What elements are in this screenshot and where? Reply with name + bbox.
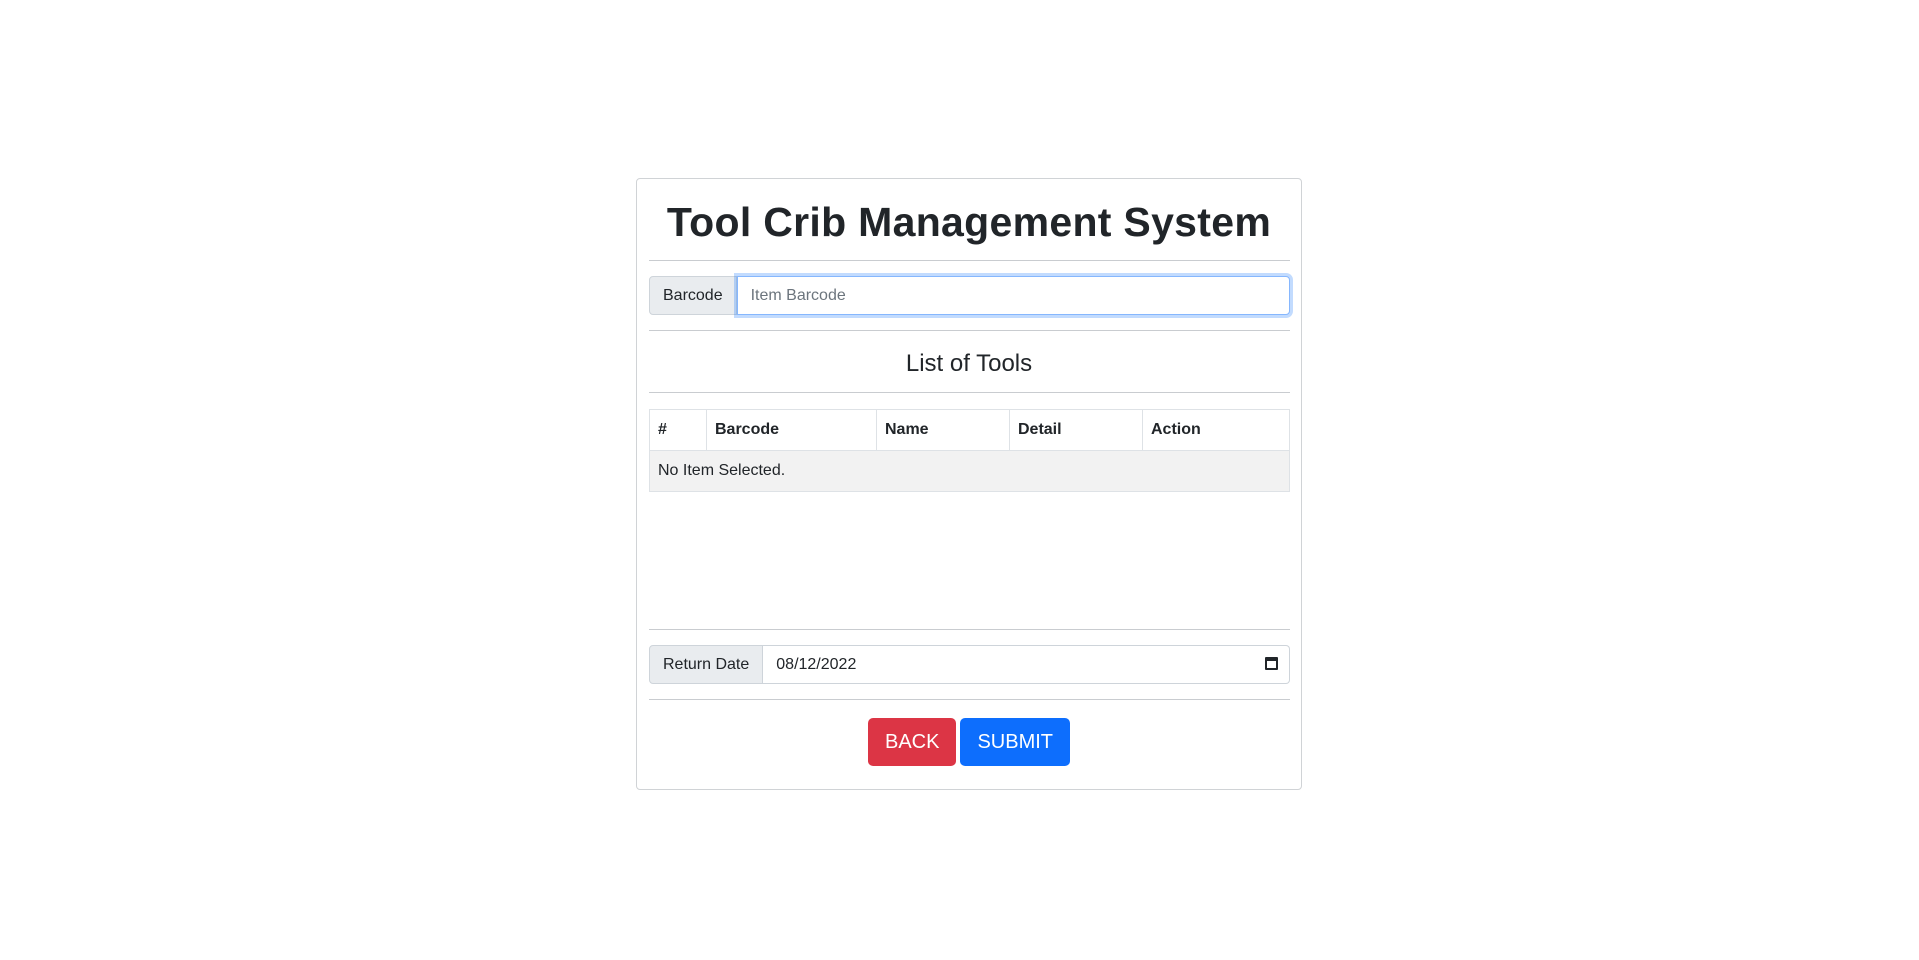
- empty-table-message: No Item Selected.: [649, 450, 1290, 492]
- column-header-barcode: Barcode: [706, 409, 877, 451]
- column-header-name: Name: [876, 409, 1010, 451]
- back-button[interactable]: BACK: [867, 718, 957, 766]
- submit-button[interactable]: SUBMIT: [960, 718, 1071, 766]
- column-header-number: #: [649, 409, 707, 451]
- return-date-field-wrapper: 08/12/2022: [763, 645, 1290, 684]
- main-card: Tool Crib Management System Barcode List…: [636, 178, 1302, 790]
- action-buttons: BACK SUBMIT: [637, 718, 1301, 766]
- table-header-row: # Barcode Name Detail Action: [649, 409, 1290, 451]
- return-date-input[interactable]: 08/12/2022: [763, 645, 1290, 684]
- calendar-icon[interactable]: [1265, 657, 1278, 670]
- divider: [649, 392, 1290, 393]
- divider: [649, 699, 1290, 700]
- barcode-label: Barcode: [649, 276, 737, 315]
- barcode-input[interactable]: [736, 276, 1290, 315]
- divider: [649, 260, 1290, 261]
- divider: [649, 629, 1290, 630]
- return-date-input-group: Return Date 08/12/2022: [649, 645, 1290, 684]
- column-header-action: Action: [1142, 409, 1290, 451]
- tools-section-title: List of Tools: [905, 350, 1033, 377]
- column-header-detail: Detail: [1009, 409, 1143, 451]
- return-date-value: 08/12/2022: [776, 655, 857, 673]
- barcode-input-group: Barcode: [649, 276, 1290, 315]
- return-date-label: Return Date: [649, 645, 764, 684]
- table-row: No Item Selected.: [649, 450, 1290, 492]
- page-title: Tool Crib Management System: [666, 199, 1272, 245]
- divider: [649, 330, 1290, 331]
- tools-table: # Barcode Name Detail Action No Item Sel…: [649, 409, 1290, 492]
